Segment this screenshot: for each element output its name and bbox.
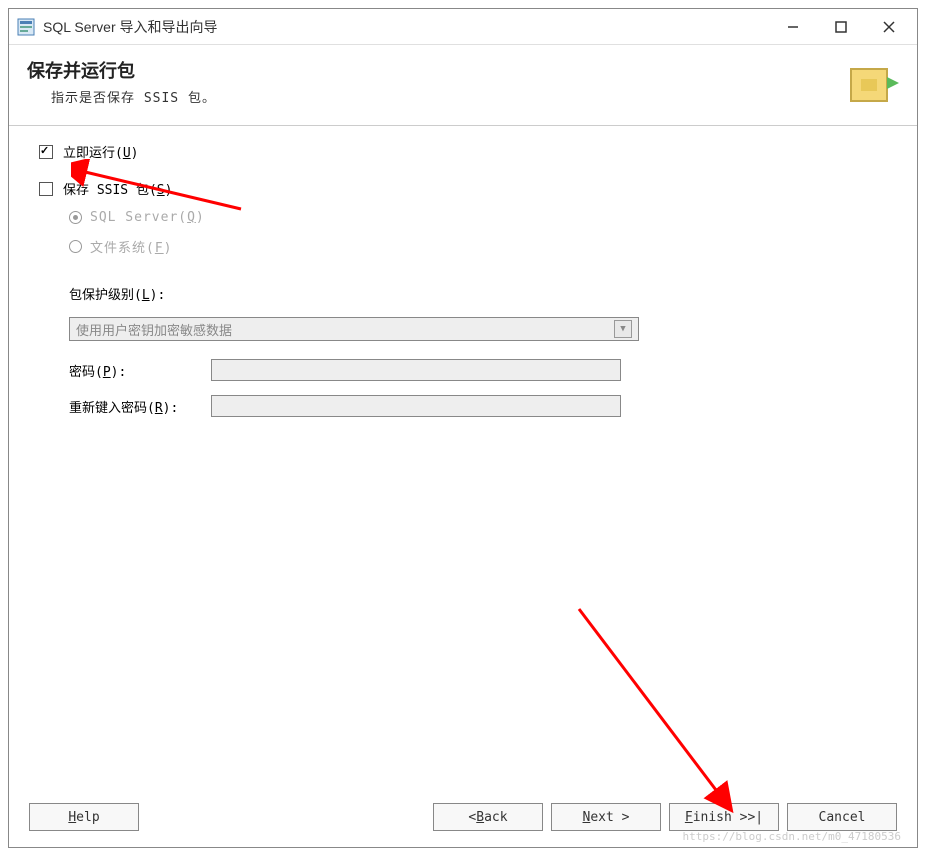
app-icon (17, 18, 35, 36)
retype-password-label: 重新键入密码(R): (69, 397, 211, 416)
run-now-checkbox[interactable] (39, 145, 53, 159)
window-title: SQL Server 导入和导出向导 (43, 17, 769, 37)
protection-level-label: 包保护级别(L): (69, 284, 211, 303)
maximize-button[interactable] (817, 12, 865, 42)
wizard-icon (843, 57, 899, 113)
filesystem-radio-label: 文件系统(F) (90, 237, 172, 256)
wizard-content: 立即运行(U) 保存 SSIS 包(S) SQL Server(Q) 文件系统(… (9, 126, 917, 746)
save-ssis-checkbox[interactable] (39, 182, 53, 196)
watermark: https://blog.csdn.net/m0_47180536 (682, 830, 901, 843)
sql-server-radio-label: SQL Server(Q) (90, 210, 205, 225)
cancel-button[interactable]: Cancel (787, 803, 897, 831)
minimize-button[interactable] (769, 12, 817, 42)
password-input (211, 359, 621, 381)
titlebar: SQL Server 导入和导出向导 (9, 9, 917, 45)
page-title: 保存并运行包 (27, 57, 843, 83)
protection-level-dropdown: 使用用户密钥加密敏感数据 ▼ (69, 317, 639, 341)
dropdown-value: 使用用户密钥加密敏感数据 (76, 320, 232, 339)
next-button[interactable]: Next > (551, 803, 661, 831)
password-label: 密码(P): (69, 361, 211, 380)
save-ssis-label: 保存 SSIS 包(S) (63, 179, 172, 198)
wizard-header: 保存并运行包 指示是否保存 SSIS 包。 (9, 45, 917, 126)
run-now-label: 立即运行(U) (63, 142, 138, 161)
chevron-down-icon: ▼ (614, 320, 632, 338)
back-button[interactable]: < Back (433, 803, 543, 831)
filesystem-radio (69, 240, 82, 253)
finish-button[interactable]: Finish >>| (669, 803, 779, 831)
sql-server-radio (69, 211, 82, 224)
page-subtitle: 指示是否保存 SSIS 包。 (27, 87, 843, 106)
retype-password-input (211, 395, 621, 417)
close-button[interactable] (865, 12, 913, 42)
help-button[interactable]: Help (29, 803, 139, 831)
